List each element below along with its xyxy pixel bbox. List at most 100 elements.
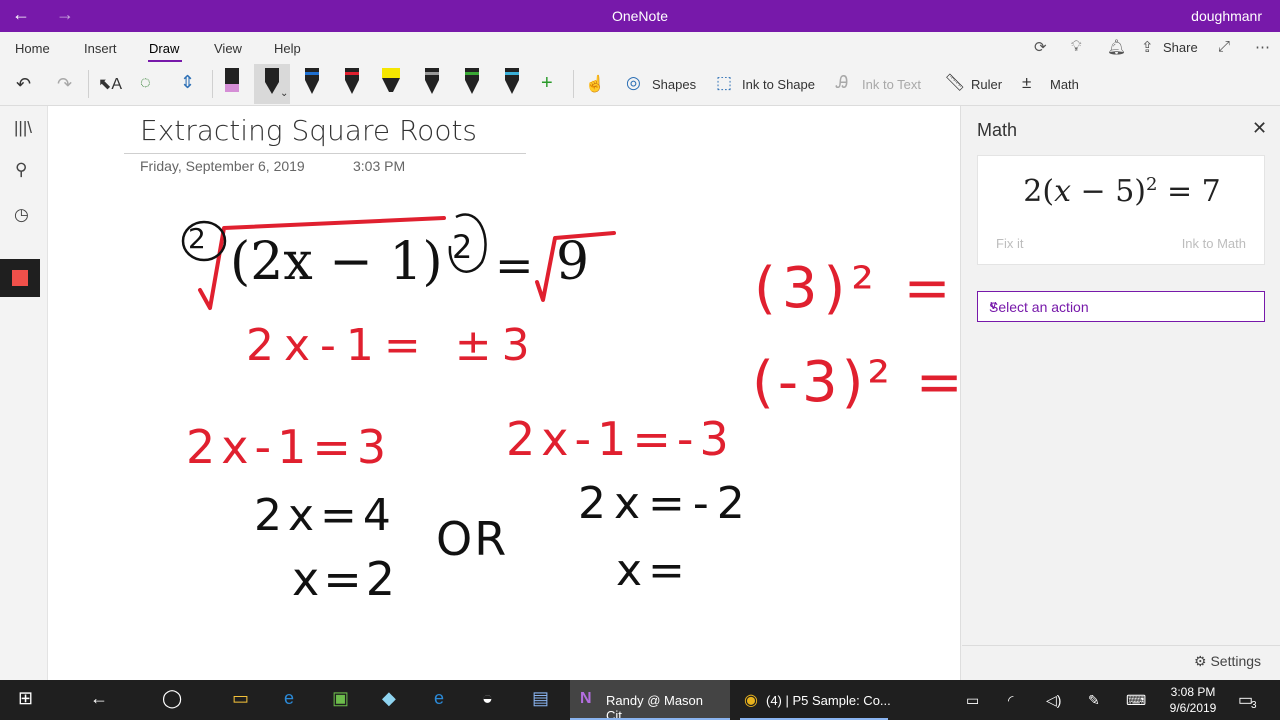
user-name[interactable]: doughmanr xyxy=(1191,8,1262,24)
ink-to-text-button: Ink to Text xyxy=(862,77,922,92)
share-button[interactable]: Share xyxy=(1163,40,1198,55)
onenote-icon: N xyxy=(580,690,592,707)
redo-icon[interactable]: ↷ xyxy=(57,74,72,95)
shapes-icon[interactable]: ◎ xyxy=(626,73,641,93)
taskbar-back-icon[interactable]: ← xyxy=(90,688,108,709)
ink-left-step2: 2x=4 xyxy=(254,490,397,541)
system-clock[interactable]: 3:08 PM 9/6/2019 xyxy=(1166,684,1220,716)
ink-to-shape-icon[interactable]: ⬚ xyxy=(716,73,732,93)
ruler-icon[interactable]: 📏︎ xyxy=(944,73,966,93)
ribbon-tabs: Home Insert Draw View Help xyxy=(0,32,1280,64)
ink-or: OR xyxy=(436,512,509,566)
handwritten-index: 2 xyxy=(188,222,206,255)
section-color-swatch xyxy=(12,270,28,286)
ink-replay-icon[interactable]: ☝ xyxy=(585,74,605,94)
wifi-icon[interactable]: ◜ xyxy=(1008,692,1013,709)
chevron-down-icon: ∨ xyxy=(989,298,998,312)
tab-insert[interactable]: Insert xyxy=(84,41,117,56)
settings-divider xyxy=(962,645,1280,646)
current-section-marker[interactable] xyxy=(0,259,40,297)
taskbar-window-onenote[interactable]: N Randy @ Mason Cit... xyxy=(570,680,730,723)
equals-sign: = xyxy=(495,238,534,292)
tab-draw[interactable]: Draw xyxy=(149,41,179,56)
page-title[interactable]: Extracting Square Roots xyxy=(140,114,477,147)
ink-to-text-icon: Ꭿ xyxy=(836,73,849,92)
add-space-icon[interactable]: ⇕ xyxy=(180,72,195,93)
recognized-equation-card: 2(x − 5)2 = 7 Fix it Ink to Math xyxy=(977,155,1265,265)
internet-explorer-icon[interactable]: e xyxy=(434,688,444,709)
blue-pen[interactable] xyxy=(301,66,323,96)
search-icon[interactable]: ⚲ xyxy=(15,160,27,180)
ruler-button[interactable]: Ruler xyxy=(971,77,1002,92)
typed-equation-lhs: (2x − 1) xyxy=(230,232,443,292)
app-title: OneNote xyxy=(611,8,669,24)
battery-icon[interactable]: ▭ xyxy=(966,692,979,709)
ink-left-equation: 2x-1=3 xyxy=(186,420,393,474)
select-action-dropdown[interactable]: Select an action ∨ xyxy=(977,291,1265,322)
ink-right-step3: x= xyxy=(616,545,691,596)
gear-icon: ⚙ xyxy=(1194,653,1211,669)
notification-count: 3 xyxy=(1251,700,1257,711)
fullscreen-icon[interactable]: ⤢ xyxy=(1218,38,1230,55)
toolbar-separator xyxy=(573,70,574,98)
math-icon[interactable]: ± xyxy=(1022,73,1031,93)
ink-right-step2: 2x=-2 xyxy=(578,478,753,529)
red-pen[interactable] xyxy=(341,66,363,96)
recognized-equation: 2(x − 5)2 = 7 xyxy=(1023,174,1221,209)
typed-equation-rhs: 9 xyxy=(556,232,590,292)
pen-workspace-icon[interactable]: ✎ xyxy=(1088,692,1100,709)
page-date: Friday, September 6, 2019 xyxy=(140,158,305,174)
toolbar-separator xyxy=(212,70,213,98)
share-icon[interactable]: ⇪ xyxy=(1141,38,1154,56)
active-tab-indicator xyxy=(148,60,182,62)
galaxy-pen[interactable] xyxy=(461,66,483,96)
settings-button[interactable]: ⚙ Settings xyxy=(1194,653,1261,670)
volume-icon[interactable]: ◁) xyxy=(1046,692,1061,709)
title-underline xyxy=(124,153,526,154)
taskbar-window-chrome[interactable]: ◉ (4) | P5 Sample: Co... xyxy=(734,680,894,720)
keyboard-icon[interactable]: ⌨ xyxy=(1126,692,1146,709)
fix-it-button[interactable]: Fix it xyxy=(996,236,1023,251)
undo-icon[interactable]: ↶ xyxy=(16,74,31,95)
chevron-down-icon[interactable]: ⌄ xyxy=(280,88,288,99)
add-pen-icon[interactable]: + xyxy=(541,72,553,95)
tab-view[interactable]: View xyxy=(214,41,242,56)
sync-icon[interactable]: ⟳ xyxy=(1034,38,1047,56)
tab-home[interactable]: Home xyxy=(15,41,50,56)
ink-left-step3: x=2 xyxy=(292,552,400,606)
ink-right-equation: 2x-1=-3 xyxy=(506,412,735,466)
lasso-icon[interactable]: ◌ xyxy=(140,72,151,93)
page-time: 3:03 PM xyxy=(353,158,406,174)
close-icon[interactable]: ✕ xyxy=(1252,118,1267,139)
navigation-rail xyxy=(0,106,48,680)
recent-icon[interactable]: ◷ xyxy=(14,205,29,225)
title-bar: ← → OneNote doughmanr xyxy=(0,0,1280,32)
tab-help[interactable]: Help xyxy=(274,41,301,56)
more-icon[interactable]: ⋯ xyxy=(1255,38,1270,56)
file-explorer-icon[interactable]: ▭ xyxy=(232,688,249,709)
math-pane-title: Math xyxy=(977,120,1018,140)
ink-to-math-button[interactable]: Ink to Math xyxy=(1182,236,1246,251)
bell-icon[interactable]: 🔔︎ xyxy=(1107,38,1126,56)
edge-icon[interactable]: e xyxy=(284,688,294,709)
windows-start-icon[interactable]: ⊞ xyxy=(18,688,33,709)
lightbulb-icon[interactable]: 💡︎ xyxy=(1071,38,1082,55)
speed-app-icon[interactable]: ◒ xyxy=(482,688,493,709)
math-button[interactable]: Math xyxy=(1050,77,1079,92)
app-icon[interactable]: ▣ xyxy=(332,688,349,709)
chrome-icon: ◉ xyxy=(744,692,758,709)
eraser-pen[interactable] xyxy=(221,66,243,96)
app-icon-3[interactable]: ▤ xyxy=(532,688,549,709)
yellow-highlighter[interactable] xyxy=(380,66,402,96)
cortana-icon[interactable]: ◯ xyxy=(162,688,182,709)
teal-pen[interactable] xyxy=(501,66,523,96)
notebooks-icon[interactable]: |||\ xyxy=(14,118,32,138)
gray-pen[interactable] xyxy=(421,66,443,96)
shapes-button[interactable]: Shapes xyxy=(652,77,696,92)
toolbar-separator xyxy=(88,70,89,98)
ink-to-shape-button[interactable]: Ink to Shape xyxy=(742,77,815,92)
app-icon-2[interactable]: ◆ xyxy=(382,688,396,709)
handwritten-exponent: 2 xyxy=(452,228,473,266)
ink-line-plus-minus: 2x-1= ±3 xyxy=(246,320,540,371)
select-text-icon[interactable]: ⬉A xyxy=(98,74,122,94)
